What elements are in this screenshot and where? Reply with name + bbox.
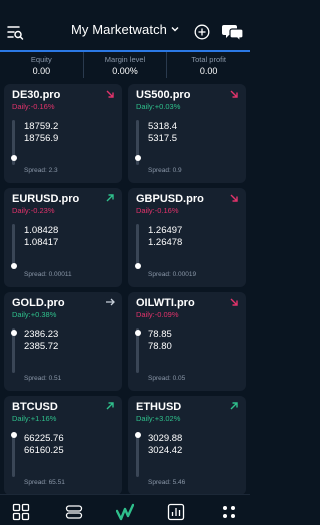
spread-value: Spread: 2.3 bbox=[24, 167, 58, 174]
daily-change: Daily:+3.02% bbox=[136, 414, 181, 423]
accounts-stack-icon[interactable] bbox=[65, 503, 83, 521]
page-title: My Marketwatch bbox=[70, 22, 168, 37]
daily-change: Daily:+1.16% bbox=[12, 414, 57, 423]
spread-value: Spread: 0.00011 bbox=[24, 271, 72, 278]
instrument-symbol: US500.pro bbox=[136, 89, 191, 101]
price-range-knob bbox=[10, 155, 17, 161]
spread-value: Spread: 65.51 bbox=[24, 479, 65, 486]
bid-price[interactable]: 1.26497 bbox=[148, 225, 182, 236]
ask-price[interactable]: 1.08417 bbox=[24, 237, 58, 248]
trend-down-arrow-icon bbox=[106, 90, 114, 98]
app-header: My Marketwatch bbox=[0, 0, 250, 50]
price-range-slider bbox=[10, 432, 17, 477]
chat-icon[interactable] bbox=[222, 22, 244, 42]
instrument-symbol: EURUSD.pro bbox=[12, 193, 80, 205]
stat-value: 0.00% bbox=[112, 66, 138, 76]
trend-up-arrow-icon bbox=[230, 402, 238, 410]
price-range-knob bbox=[134, 432, 141, 438]
ask-price[interactable]: 1.26478 bbox=[148, 237, 182, 248]
price-range-knob bbox=[10, 432, 17, 438]
instrument-symbol: OILWTI.pro bbox=[136, 297, 195, 309]
daily-change: Daily:-0.16% bbox=[12, 102, 55, 111]
price-range-knob bbox=[134, 263, 141, 269]
bid-price[interactable]: 5318.4 bbox=[148, 121, 177, 132]
instrument-card[interactable]: US500.pro Daily:+0.03% 5318.4 5317.5 Spread:… bbox=[128, 84, 246, 183]
instrument-symbol: GOLD.pro bbox=[12, 297, 65, 309]
bid-price[interactable]: 3029.88 bbox=[148, 433, 182, 444]
trend-flat-arrow-icon bbox=[106, 298, 115, 306]
instrument-symbol: GBPUSD.pro bbox=[136, 193, 204, 205]
more-dots-icon[interactable] bbox=[220, 503, 238, 521]
spread-value: Spread: 5.46 bbox=[148, 479, 186, 486]
price-range-slider bbox=[134, 328, 141, 373]
dashboard-grid-icon[interactable] bbox=[12, 503, 30, 521]
bid-price[interactable]: 1.08428 bbox=[24, 225, 58, 236]
total-profit-stat: Total profit 0.00 bbox=[166, 52, 250, 78]
instrument-card[interactable]: ETHUSD Daily:+3.02% 3029.88 3024.42 Spread: … bbox=[128, 396, 246, 495]
price-range-slider bbox=[134, 120, 141, 165]
trend-up-arrow-icon bbox=[106, 402, 114, 410]
ask-price[interactable]: 78.80 bbox=[148, 341, 172, 352]
trend-down-arrow-icon bbox=[230, 90, 238, 98]
marketwatch-selector[interactable]: My Marketwatch bbox=[0, 22, 250, 37]
stat-label: Total profit bbox=[191, 55, 226, 64]
trend-down-arrow-icon bbox=[230, 298, 238, 306]
price-range-knob bbox=[134, 155, 141, 161]
price-range-slider bbox=[134, 432, 141, 477]
bid-price[interactable]: 78.85 bbox=[148, 329, 172, 340]
instrument-card[interactable]: OILWTI.pro Daily:-0.09% 78.85 78.80 Spread: … bbox=[128, 292, 246, 391]
account-summary: Equity 0.00 Margin level 0.00% Total pro… bbox=[0, 50, 250, 78]
trend-up-arrow-icon bbox=[106, 194, 114, 202]
ask-price[interactable]: 5317.5 bbox=[148, 133, 177, 144]
daily-change: Daily:+0.03% bbox=[136, 102, 181, 111]
instrument-card[interactable]: EURUSD.pro Daily:-0.23% 1.08428 1.08417 Spre… bbox=[4, 188, 122, 287]
spread-value: Spread: 0.51 bbox=[24, 375, 62, 382]
bid-price[interactable]: 18759.2 bbox=[24, 121, 58, 132]
daily-change: Daily:-0.09% bbox=[136, 310, 179, 319]
chevron-down-icon bbox=[171, 27, 179, 32]
stat-value: 0.00 bbox=[199, 66, 218, 76]
instrument-symbol: ETHUSD bbox=[136, 401, 182, 413]
spread-value: Spread: 0.05 bbox=[148, 375, 186, 382]
instrument-card[interactable]: BTCUSD Daily:+1.16% 66225.76 66160.25 Spread… bbox=[4, 396, 122, 495]
price-range-knob bbox=[10, 330, 17, 336]
bid-price[interactable]: 2386.23 bbox=[24, 329, 58, 340]
trend-down-arrow-icon bbox=[230, 194, 238, 202]
price-range-slider bbox=[10, 224, 17, 269]
price-range-slider bbox=[10, 120, 17, 165]
instrument-card[interactable]: DE30.pro Daily:-0.16% 18759.2 18756.9 Spread… bbox=[4, 84, 122, 183]
ask-price[interactable]: 3024.42 bbox=[148, 445, 182, 456]
price-range-knob bbox=[134, 330, 141, 336]
instrument-symbol: BTCUSD bbox=[12, 401, 58, 413]
instrument-grid: DE30.pro Daily:-0.16% 18759.2 18756.9 Spread… bbox=[4, 84, 246, 495]
price-range-slider bbox=[10, 328, 17, 373]
stat-label: Margin level bbox=[104, 55, 146, 64]
ask-price[interactable]: 66160.25 bbox=[24, 445, 64, 456]
daily-change: Daily:-0.23% bbox=[12, 206, 55, 215]
margin-level-stat: Margin level 0.00% bbox=[82, 52, 167, 78]
stat-value: 0.00 bbox=[32, 66, 51, 76]
reports-chart-icon[interactable] bbox=[167, 503, 185, 521]
price-range-slider bbox=[134, 224, 141, 269]
bottom-navigation bbox=[0, 494, 250, 525]
ask-price[interactable]: 2385.72 bbox=[24, 341, 58, 352]
stat-label: Equity bbox=[30, 55, 52, 64]
daily-change: Daily:-0.16% bbox=[136, 206, 179, 215]
instrument-card[interactable]: GOLD.pro Daily:+0.38% 2386.23 2385.72 Spread… bbox=[4, 292, 122, 391]
equity-stat: Equity 0.00 bbox=[0, 52, 83, 78]
bid-price[interactable]: 66225.76 bbox=[24, 433, 64, 444]
plus-circle-icon[interactable] bbox=[194, 24, 210, 40]
spread-value: Spread: 0.00019 bbox=[148, 271, 197, 278]
ask-price[interactable]: 18756.9 bbox=[24, 133, 58, 144]
markets-logo-icon[interactable] bbox=[116, 503, 134, 521]
instrument-symbol: DE30.pro bbox=[12, 89, 61, 101]
price-range-knob bbox=[10, 263, 17, 269]
daily-change: Daily:+0.38% bbox=[12, 310, 57, 319]
spread-value: Spread: 0.9 bbox=[148, 167, 182, 174]
instrument-card[interactable]: GBPUSD.pro Daily:-0.16% 1.26497 1.26478 Spre… bbox=[128, 188, 246, 287]
